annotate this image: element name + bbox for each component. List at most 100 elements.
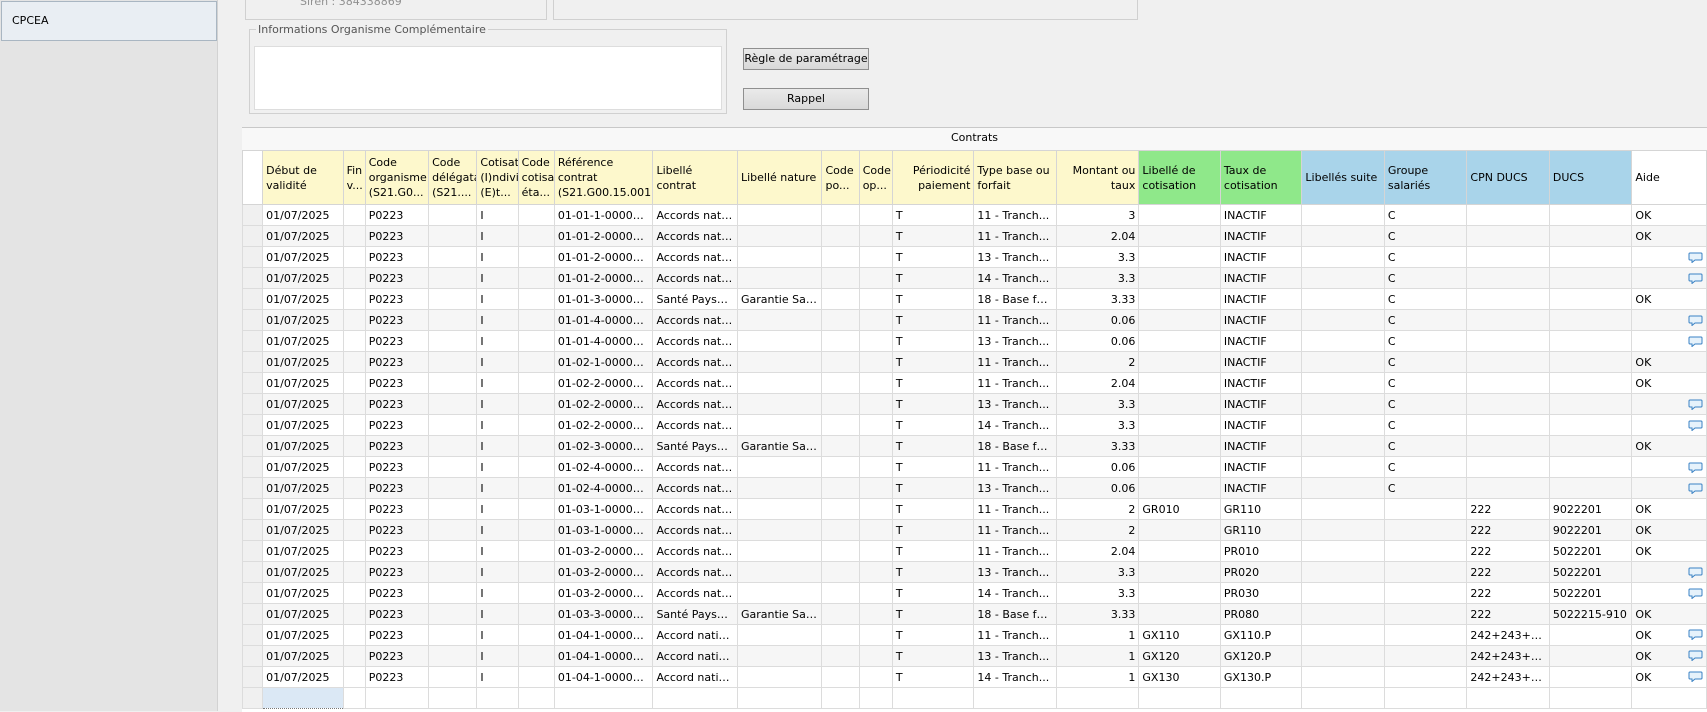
table-cell[interactable]: 0.06 [1055,309,1140,331]
table-cell[interactable] [858,309,893,331]
table-cell[interactable]: OK [1631,603,1707,625]
table-cell[interactable]: T [891,414,975,436]
table-cell[interactable] [821,309,860,331]
column-header[interactable]: Libellé nature [736,150,823,205]
table-cell[interactable]: Accords nati... [652,393,738,415]
table-cell[interactable]: 01/07/2025 [262,603,344,625]
table-cell[interactable]: 01-02-4-000020... [553,477,654,499]
table-cell[interactable]: P0223 [364,393,430,415]
table-cell[interactable] [1631,456,1707,478]
comment-icon[interactable] [1688,315,1703,326]
table-cell[interactable] [517,267,555,289]
table-cell[interactable]: 9022201 [1548,498,1633,520]
table-cell[interactable]: 01-02-4-000020... [553,456,654,478]
table-cell[interactable] [517,561,555,583]
table-cell[interactable]: 0.06 [1055,330,1140,352]
table-cell[interactable] [1631,309,1707,331]
table-cell[interactable]: P0223 [364,477,430,499]
table-cell[interactable] [428,267,478,289]
table-cell[interactable] [1631,582,1707,604]
table-row[interactable]: 01/07/2025 P0223 I 01-03-2-000020... Accords… [241,582,1707,604]
table-cell[interactable]: 222 [1466,498,1550,520]
table-row[interactable]: 01/07/2025 P0223 I 01-02-2-000020... Accords… [241,393,1707,415]
table-cell[interactable]: 01/07/2025 [262,393,344,415]
table-cell[interactable] [858,435,893,457]
table-cell[interactable] [736,330,823,352]
table-cell[interactable]: P0223 [364,351,430,373]
table-cell[interactable]: 01-02-3-000033... [553,435,654,457]
table-cell[interactable] [858,582,893,604]
table-cell[interactable] [821,582,860,604]
table-cell[interactable]: Accords nati... [652,309,738,331]
table-cell[interactable] [364,687,430,709]
table-cell[interactable]: T [891,498,975,520]
table-cell[interactable] [517,204,555,226]
table-cell[interactable] [1548,330,1633,352]
table-cell[interactable]: 01/07/2025 [262,309,344,331]
table-cell[interactable] [1301,477,1385,499]
table-cell[interactable]: 01/07/2025 [262,645,344,667]
table-cell[interactable]: 1 [1055,666,1140,688]
table-cell[interactable] [1466,687,1550,709]
table-cell[interactable]: Accord natio... [652,666,738,688]
table-cell[interactable] [858,456,893,478]
table-cell[interactable]: GX120 [1138,645,1221,667]
table-cell[interactable] [821,351,860,373]
column-header[interactable]: Aide [1631,150,1707,205]
table-cell[interactable] [1383,519,1468,541]
table-cell[interactable] [1301,351,1385,373]
table-cell[interactable] [428,414,478,436]
table-cell[interactable] [342,267,366,289]
table-row[interactable]: 01/07/2025 P0223 I 01-02-2-000020... Accords… [241,372,1707,394]
new-entry-row[interactable] [241,687,1707,709]
table-cell[interactable] [736,267,823,289]
table-cell[interactable] [428,687,478,709]
table-cell[interactable] [517,582,555,604]
table-cell[interactable] [517,309,555,331]
table-cell[interactable]: 18 - Base fo... [973,288,1057,310]
table-cell[interactable] [858,267,893,289]
table-cell[interactable]: 01-02-1-000020... [553,351,654,373]
table-cell[interactable] [821,414,860,436]
table-cell[interactable] [342,246,366,268]
table-cell[interactable]: T [891,582,975,604]
table-cell[interactable]: 3.3 [1055,267,1140,289]
table-cell[interactable] [1383,561,1468,583]
table-cell[interactable]: Accords nati... [652,477,738,499]
table-cell[interactable] [821,540,860,562]
table-cell[interactable] [821,477,860,499]
table-cell[interactable] [736,225,823,247]
table-cell[interactable] [1466,435,1550,457]
table-cell[interactable]: I [476,456,519,478]
table-cell[interactable]: 01-03-1-000020... [553,498,654,520]
comment-icon[interactable] [1688,336,1703,347]
table-cell[interactable]: GX130 [1138,666,1221,688]
table-cell[interactable] [821,435,860,457]
table-cell[interactable] [736,582,823,604]
table-row[interactable]: 01/07/2025 P0223 I 01-02-3-000033... Santé P… [241,435,1707,457]
table-cell[interactable]: P0223 [364,582,430,604]
table-cell[interactable] [1548,393,1633,415]
table-cell[interactable] [428,477,478,499]
table-cell[interactable] [858,498,893,520]
table-cell[interactable] [428,561,478,583]
table-cell[interactable]: T [891,624,975,646]
table-cell[interactable] [736,351,823,373]
table-cell[interactable]: Accords nati... [652,330,738,352]
table-cell[interactable]: 3.3 [1055,393,1140,415]
table-cell[interactable] [428,309,478,331]
column-header[interactable]: Montant ou taux [1055,150,1140,205]
table-cell[interactable] [652,687,738,709]
table-cell[interactable]: GX110 [1138,624,1221,646]
table-cell[interactable]: OK [1631,519,1707,541]
table-cell[interactable] [428,372,478,394]
table-cell[interactable]: T [891,225,975,247]
table-cell[interactable] [1466,267,1550,289]
comment-icon[interactable] [1688,650,1703,661]
table-cell[interactable]: OK [1631,225,1707,247]
table-cell[interactable] [858,561,893,583]
table-cell[interactable] [1548,624,1633,646]
table-cell[interactable]: P0223 [364,372,430,394]
table-row[interactable]: 01/07/2025 P0223 I 01-02-4-000020... Accords… [241,456,1707,478]
table-cell[interactable] [428,330,478,352]
